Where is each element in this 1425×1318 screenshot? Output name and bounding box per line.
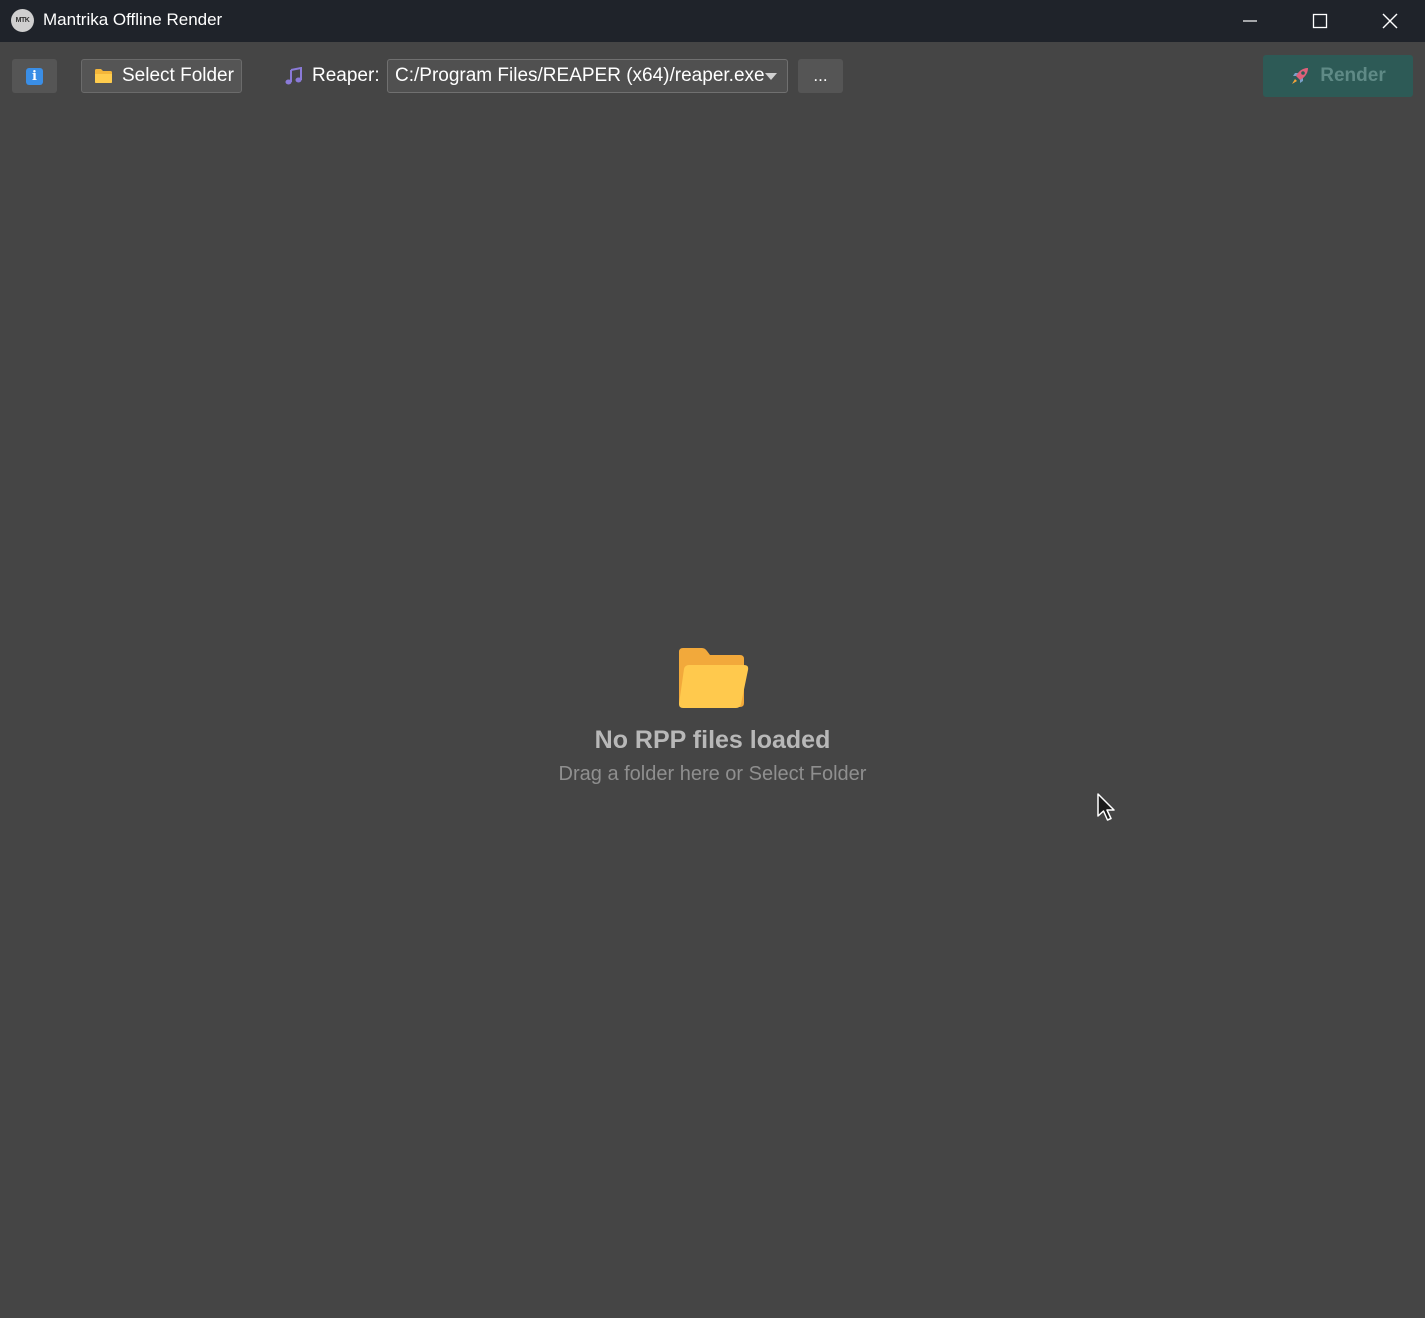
select-folder-label: Select Folder <box>122 65 234 86</box>
reaper-label: Reaper: <box>312 65 380 86</box>
render-label: Render <box>1320 65 1386 86</box>
minimize-button[interactable] <box>1215 0 1285 42</box>
minimize-icon <box>1243 20 1257 22</box>
browse-label: ... <box>813 66 828 85</box>
maximize-icon <box>1312 13 1328 29</box>
browse-reaper-button[interactable]: ... <box>798 59 843 93</box>
reaper-path-value: C:/Program Files/REAPER (x64)/reaper.exe <box>395 65 765 86</box>
music-note-icon <box>285 66 302 84</box>
window-title: Mantrika Offline Render <box>43 10 223 29</box>
mouse-cursor-icon <box>1097 793 1115 821</box>
empty-state-subtitle: Drag a folder here or Select Folder <box>558 763 867 785</box>
reaper-path-select[interactable]: C:/Program Files/REAPER (x64)/reaper.exe <box>387 59 788 93</box>
info-icon: i <box>26 67 43 85</box>
app-window: MTK Mantrika Offline Render i Select Fol… <box>0 0 1425 1318</box>
app-logo-text: MTK <box>15 17 30 24</box>
close-icon <box>1382 13 1398 29</box>
chevron-down-icon <box>765 73 777 80</box>
rocket-icon <box>1292 68 1309 84</box>
select-folder-button[interactable]: Select Folder <box>81 59 242 93</box>
render-button[interactable]: Render <box>1263 55 1413 97</box>
maximize-button[interactable] <box>1285 0 1355 42</box>
empty-state: No RPP files loaded Drag a folder here o… <box>0 645 1425 786</box>
empty-state-title: No RPP files loaded <box>594 726 831 754</box>
info-button[interactable]: i <box>12 59 57 93</box>
app-logo: MTK <box>11 9 34 32</box>
reaper-label-group: Reaper: <box>284 63 380 89</box>
close-button[interactable] <box>1355 0 1425 42</box>
open-folder-icon <box>678 648 748 708</box>
folder-icon <box>95 69 112 83</box>
title-bar: MTK Mantrika Offline Render <box>0 0 1425 42</box>
